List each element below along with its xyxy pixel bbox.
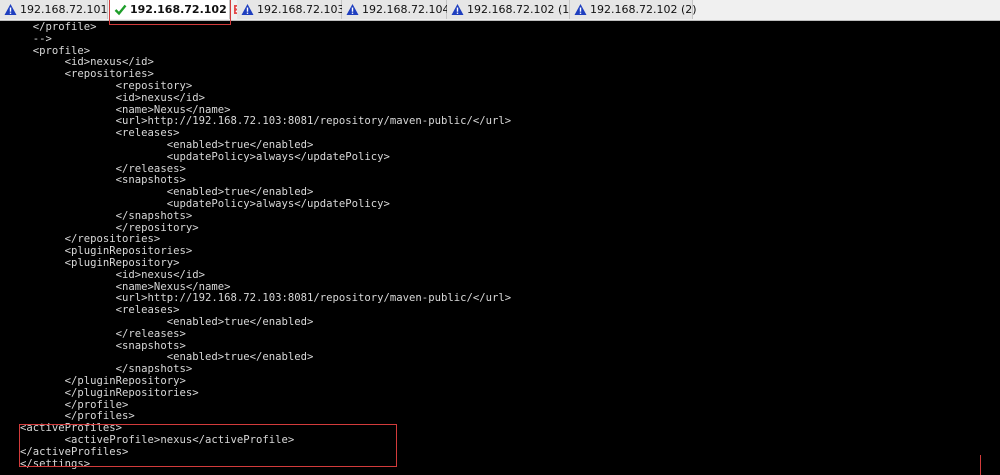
terminal-line: </snapshots> [20, 209, 193, 222]
terminal-line: <snapshots> [20, 174, 186, 187]
terminal-line: </repositories> [20, 233, 161, 246]
highlight-edge-mark [980, 455, 981, 475]
terminal-line: <enabled>true</enabled> [20, 139, 314, 151]
tab-192-168-72-102-1[interactable]: 192.168.72.102 (1) [447, 0, 574, 19]
session-tab-bar: 192.168.72.101 192.168.72.102 192.168.72… [0, 0, 1000, 21]
terminal-line: </profile> [20, 398, 129, 411]
terminal-line: </profile> [20, 21, 97, 33]
terminal-line: --> [20, 32, 52, 45]
warning-icon [4, 3, 17, 16]
warning-icon [346, 3, 359, 16]
terminal-line: <id>nexus</id> [20, 91, 205, 104]
terminal-line: <repository> [20, 80, 193, 92]
terminal-line: <name>Nexus</name> [20, 103, 231, 116]
terminal-line: <enabled>true</enabled> [20, 351, 314, 364]
tab-192-168-72-103[interactable]: 192.168.72.103 [237, 0, 345, 19]
tab-192-168-72-101[interactable]: 192.168.72.101 [0, 0, 108, 19]
terminal-line: <url>http://192.168.72.103:8081/reposito… [20, 292, 512, 305]
tab-label: 192.168.72.102 (2) [590, 3, 697, 16]
terminal-line: </snapshots> [20, 363, 193, 376]
terminal-line: <id>nexus</id> [20, 268, 205, 281]
terminal-line: <enabled>true</enabled> [20, 316, 314, 328]
terminal-line: </profiles> [20, 410, 135, 423]
tab-label: 192.168.72.101 [20, 3, 108, 16]
terminal-line: </pluginRepository> [20, 375, 186, 387]
terminal-line: </pluginRepositories> [20, 386, 199, 399]
terminal-line: <activeProfile>nexus</activeProfile> [20, 434, 295, 446]
terminal-line: <snapshots> [20, 339, 186, 352]
terminal-line: <updatePolicy>always</updatePolicy> [20, 150, 390, 163]
terminal-line: </releases> [20, 327, 186, 340]
checkmark-icon [114, 3, 127, 16]
warning-icon [451, 3, 464, 16]
terminal-line: </settings> [20, 457, 91, 470]
terminal-line: <updatePolicy>always</updatePolicy> [20, 198, 390, 210]
terminal-line: </releases> [20, 162, 186, 175]
terminal-output[interactable]: </profile> --> <profile> <id>nexus</id> … [0, 20, 1000, 475]
terminal-line: <activeProfiles> [20, 422, 123, 435]
terminal-line: <releases> [20, 127, 180, 140]
terminal-line: <profile> [20, 44, 91, 57]
warning-icon [241, 3, 254, 16]
terminal-line: <enabled>true</enabled> [20, 186, 314, 199]
terminal-line: <pluginRepositories> [20, 245, 193, 258]
tab-label: 192.168.72.102 (1) [467, 3, 574, 16]
terminal-line: <name>Nexus</name> [20, 280, 231, 293]
terminal-line: </repository> [20, 221, 199, 234]
tab-192-168-72-102[interactable]: 192.168.72.102 [110, 0, 243, 19]
terminal-line: <releases> [20, 304, 180, 317]
terminal-line: <url>http://192.168.72.103:8081/reposito… [20, 115, 512, 128]
warning-icon [574, 3, 587, 16]
terminal-line: <id>nexus</id> [20, 56, 154, 69]
tab-label: 192.168.72.104 [362, 3, 450, 16]
tab-label: 192.168.72.102 [130, 3, 227, 16]
terminal-line: <repositories> [20, 68, 154, 81]
terminal-line: </activeProfiles> [20, 445, 129, 458]
terminal-line: <pluginRepository> [20, 257, 180, 269]
tab-192-168-72-104[interactable]: 192.168.72.104 [342, 0, 450, 19]
tab-label: 192.168.72.103 [257, 3, 345, 16]
tab-192-168-72-102-2[interactable]: 192.168.72.102 (2) [570, 0, 697, 19]
